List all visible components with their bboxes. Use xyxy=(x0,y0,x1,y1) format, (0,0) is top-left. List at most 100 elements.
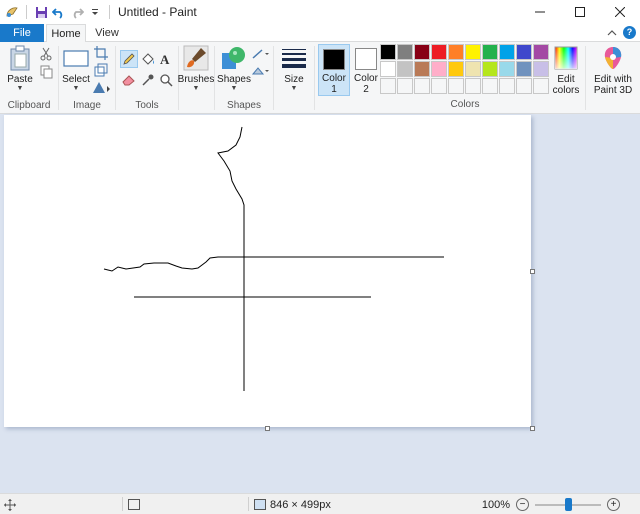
clipboard-group: Paste ▼ Clipboard xyxy=(0,42,58,114)
outline-icon[interactable] xyxy=(252,46,270,62)
edit-colors-label-2: colors xyxy=(552,85,580,96)
chevron-down-icon: ▼ xyxy=(16,85,24,92)
tools-group-label: Tools xyxy=(135,100,159,111)
copy-icon[interactable] xyxy=(38,64,54,80)
pencil-tool-icon[interactable] xyxy=(120,50,138,68)
status-bar: 846 × 499px 100% − + xyxy=(0,493,640,514)
customize-toolbar-icon[interactable] xyxy=(87,4,103,20)
color-1-button[interactable]: Color 1 xyxy=(318,44,350,96)
fill-bucket-icon[interactable] xyxy=(140,51,156,67)
collapse-ribbon-icon[interactable] xyxy=(607,29,617,37)
palette-custom-swatch[interactable] xyxy=(431,78,447,94)
drawn-stroke-wavy-horizontal xyxy=(103,256,444,272)
palette-swatch[interactable] xyxy=(431,44,447,60)
help-icon[interactable]: ? xyxy=(623,26,636,39)
palette-swatch[interactable] xyxy=(516,44,532,60)
palette-swatch[interactable] xyxy=(448,44,464,60)
palette-custom-swatch[interactable] xyxy=(482,78,498,94)
palette-swatch[interactable] xyxy=(482,44,498,60)
edit-colors-button[interactable]: Edit colors xyxy=(550,44,582,96)
palette-custom-swatch[interactable] xyxy=(414,78,430,94)
zoom-control: 100% − + xyxy=(482,494,620,514)
edit-with-paint3d-button[interactable]: Edit with Paint 3D xyxy=(588,44,638,96)
shapes-button[interactable]: Shapes ▼ xyxy=(217,44,251,93)
undo-icon[interactable] xyxy=(51,4,67,20)
crop-icon[interactable] xyxy=(93,45,109,61)
rotate-icon[interactable] xyxy=(91,79,113,95)
palette-swatch[interactable] xyxy=(533,61,549,77)
palette-custom-swatch[interactable] xyxy=(516,78,532,94)
zoom-level: 100% xyxy=(481,498,510,511)
color-2-number: 2 xyxy=(363,84,369,95)
palette-custom-swatch[interactable] xyxy=(533,78,549,94)
palette-custom-swatch[interactable] xyxy=(380,78,396,94)
palette-swatch[interactable] xyxy=(533,44,549,60)
ribbon: Paste ▼ Clipboard Select ▼ Image A Tools… xyxy=(0,42,640,114)
canvas-size-text: 846 × 499px xyxy=(270,498,331,511)
redo-icon[interactable] xyxy=(69,4,85,20)
minimize-button[interactable] xyxy=(520,0,560,24)
color-picker-icon[interactable] xyxy=(140,72,156,88)
zoom-slider-thumb[interactable] xyxy=(564,498,572,511)
palette-swatch[interactable] xyxy=(397,44,413,60)
selection-size-icon xyxy=(128,499,140,510)
fill-icon[interactable] xyxy=(252,63,270,79)
paint-app-icon[interactable] xyxy=(4,4,20,20)
maximize-button[interactable] xyxy=(560,0,600,24)
size-button[interactable]: Size ▼ xyxy=(278,44,310,93)
brushes-label: Brushes xyxy=(177,74,215,85)
palette-custom-swatch[interactable] xyxy=(499,78,515,94)
resize-handle-right[interactable] xyxy=(530,269,535,274)
eraser-icon[interactable] xyxy=(121,72,137,88)
paste-button[interactable]: Paste ▼ xyxy=(6,44,34,93)
zoom-in-button[interactable]: + xyxy=(607,498,620,511)
tab-file[interactable]: File xyxy=(0,24,44,42)
zoom-slider[interactable] xyxy=(535,498,601,511)
shapes-group: Shapes ▼ Shapes xyxy=(215,42,273,114)
toolbar-divider xyxy=(26,5,27,19)
brushes-button[interactable]: Brushes ▼ xyxy=(177,44,215,93)
tab-view[interactable]: View xyxy=(88,24,126,42)
select-button[interactable]: Select ▼ xyxy=(61,44,91,93)
palette-swatch[interactable] xyxy=(516,61,532,77)
select-rectangle-icon xyxy=(62,44,90,72)
palette-swatch[interactable] xyxy=(431,61,447,77)
size-label: Size xyxy=(284,74,304,85)
workspace xyxy=(0,115,640,493)
palette-swatch[interactable] xyxy=(499,44,515,60)
color-2-button[interactable]: Color 2 xyxy=(350,44,382,96)
palette-custom-swatch[interactable] xyxy=(397,78,413,94)
drawing-canvas[interactable] xyxy=(4,115,531,427)
magnifier-icon[interactable] xyxy=(158,72,174,88)
ribbon-right-controls: ? xyxy=(607,26,636,39)
palette-swatch[interactable] xyxy=(499,61,515,77)
palette-swatch[interactable] xyxy=(380,61,396,77)
drawn-stroke-wavy xyxy=(217,126,245,391)
status-divider xyxy=(248,497,249,511)
resize-handle-bottom[interactable] xyxy=(265,426,270,431)
resize-icon[interactable] xyxy=(93,62,109,78)
palette-swatch[interactable] xyxy=(465,44,481,60)
palette-swatch[interactable] xyxy=(482,61,498,77)
palette-custom-swatch[interactable] xyxy=(448,78,464,94)
window-title: Untitled - Paint xyxy=(118,5,197,19)
tab-home[interactable]: Home xyxy=(46,24,86,43)
palette-custom-swatch[interactable] xyxy=(465,78,481,94)
save-icon[interactable] xyxy=(33,4,49,20)
chevron-down-icon: ▼ xyxy=(290,85,298,92)
palette-swatch[interactable] xyxy=(414,61,430,77)
svg-text:A: A xyxy=(160,52,170,66)
canvas-size-icon xyxy=(254,499,266,510)
resize-handle-corner[interactable] xyxy=(530,426,535,431)
cut-icon[interactable] xyxy=(38,46,54,62)
palette-swatch[interactable] xyxy=(397,61,413,77)
clipboard-group-label: Clipboard xyxy=(7,100,51,111)
palette-swatch[interactable] xyxy=(380,44,396,60)
text-tool-icon[interactable]: A xyxy=(158,51,174,67)
chevron-down-icon: ▼ xyxy=(230,85,238,92)
palette-swatch[interactable] xyxy=(414,44,430,60)
palette-swatch[interactable] xyxy=(448,61,464,77)
palette-swatch[interactable] xyxy=(465,61,481,77)
close-button[interactable] xyxy=(600,0,640,24)
zoom-out-button[interactable]: − xyxy=(516,498,529,511)
